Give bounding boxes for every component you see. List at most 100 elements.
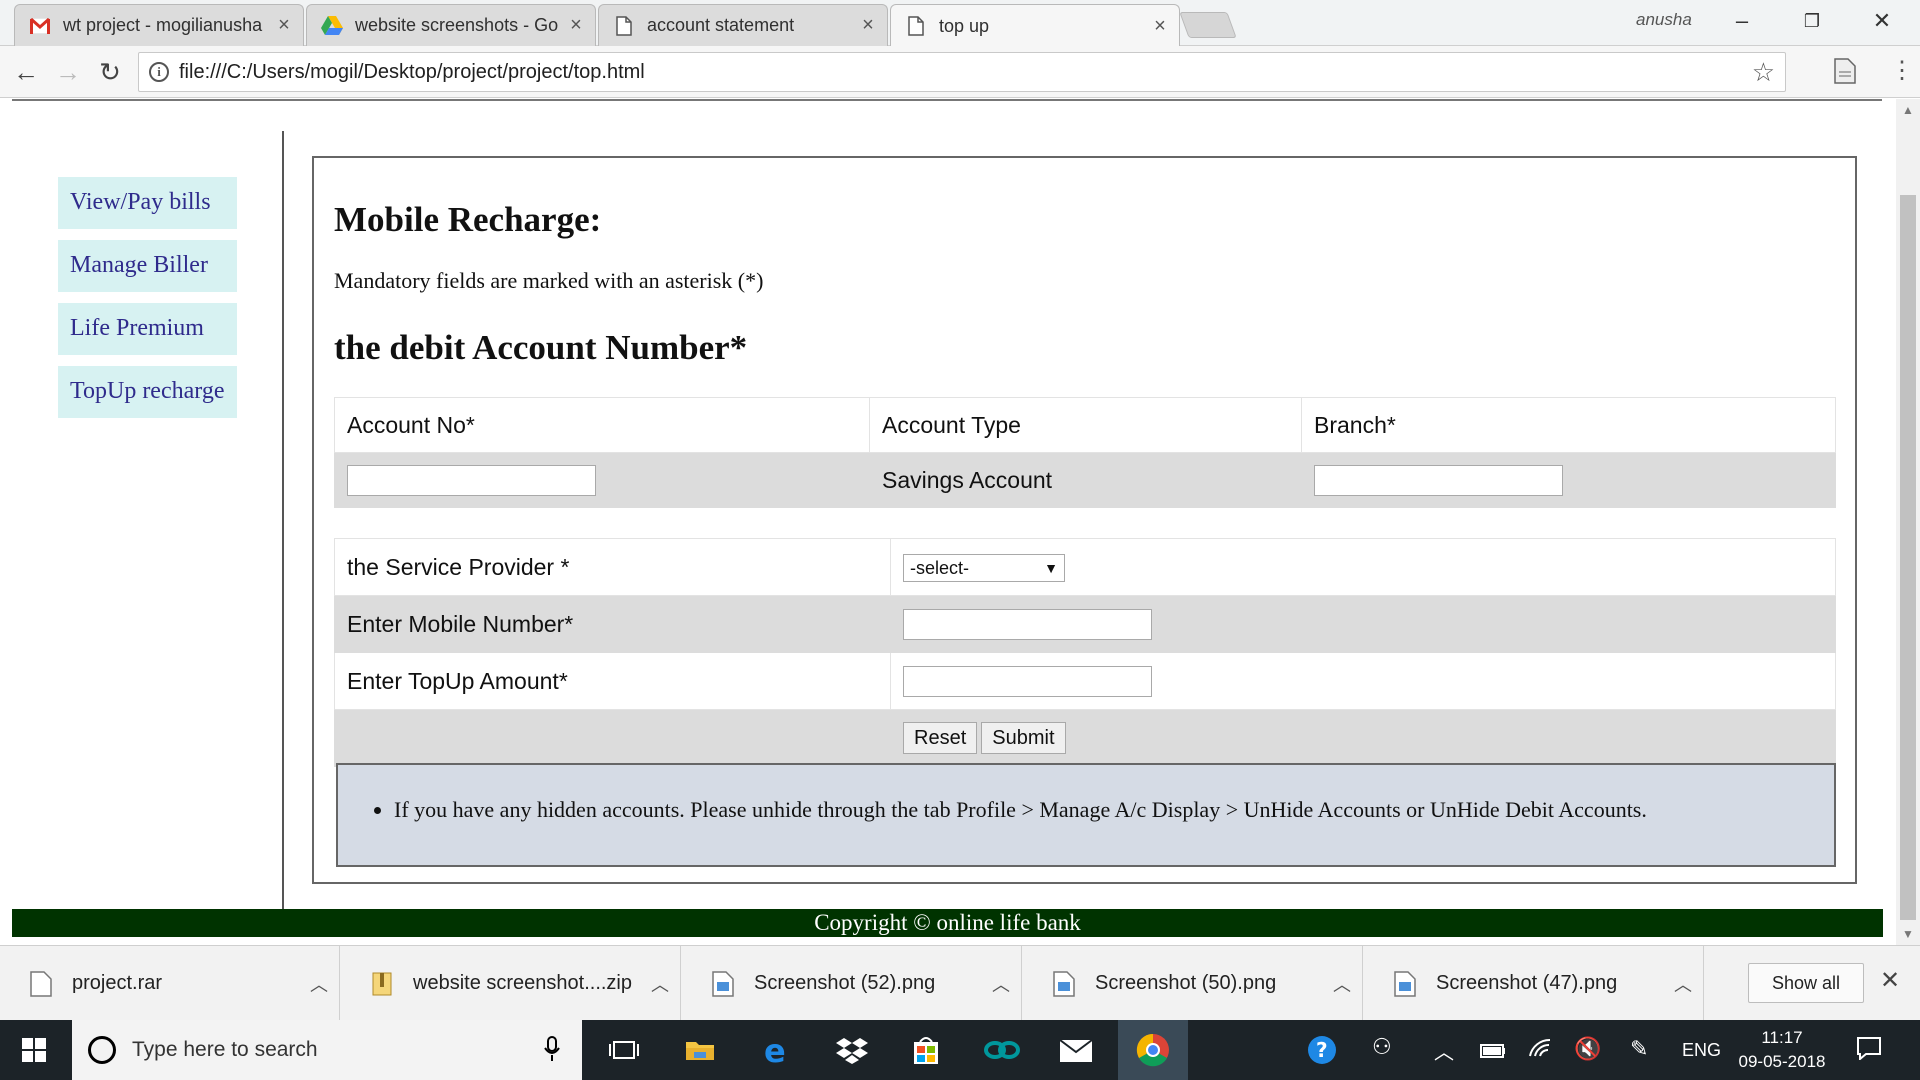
microphone-icon[interactable]: [544, 1036, 560, 1067]
file-explorer-icon[interactable]: [680, 1030, 720, 1070]
table-row: Reset Submit: [334, 709, 1836, 767]
info-icon[interactable]: i: [149, 62, 169, 82]
taskbar-search[interactable]: Type here to search: [72, 1020, 582, 1080]
debit-account-heading: the debit Account Number*: [334, 328, 748, 367]
page-icon: [613, 15, 635, 37]
language-indicator[interactable]: ENG: [1682, 1040, 1721, 1061]
show-hidden-icons-icon[interactable]: ︿: [1434, 1036, 1454, 1065]
new-tab-button[interactable]: [1179, 12, 1237, 38]
url-text[interactable]: file:///C:/Users/mogil/Desktop/project/p…: [179, 61, 645, 84]
task-view-icon[interactable]: [604, 1030, 644, 1070]
show-all-button[interactable]: Show all: [1748, 963, 1864, 1003]
sidebar-divider: [282, 131, 284, 911]
tab-drive[interactable]: website screenshots - Go ×: [306, 4, 596, 46]
mail-icon[interactable]: [1056, 1030, 1096, 1070]
notice-text: If you have any hidden accounts. Please …: [394, 797, 1647, 823]
battery-icon[interactable]: [1480, 1042, 1506, 1063]
download-item[interactable]: Screenshot (47).png ︿: [1364, 946, 1704, 1021]
people-icon[interactable]: ⚇: [1372, 1034, 1392, 1060]
volume-muted-icon[interactable]: 🔇: [1574, 1036, 1601, 1062]
hidden-accounts-notice: If you have any hidden accounts. Please …: [336, 763, 1836, 867]
service-provider-select[interactable]: -select- ▼: [903, 553, 1065, 582]
chevron-up-icon[interactable]: ︿: [1663, 971, 1703, 997]
tab-account-statement[interactable]: account statement ×: [598, 4, 888, 46]
image-file-icon: [1394, 970, 1416, 997]
tab-close-icon[interactable]: ×: [859, 14, 877, 37]
tab-close-icon[interactable]: ×: [275, 14, 293, 37]
windows-start-icon[interactable]: [22, 1038, 46, 1067]
top-divider: [12, 99, 1882, 101]
reload-icon[interactable]: ↻: [94, 56, 126, 88]
tab-close-icon[interactable]: ×: [1151, 15, 1169, 38]
download-item[interactable]: Screenshot (52).png ︿: [682, 946, 1022, 1021]
branch-input[interactable]: [1314, 465, 1563, 496]
chrome-icon[interactable]: [1118, 1020, 1188, 1080]
submit-button[interactable]: Submit: [981, 722, 1066, 754]
reset-button[interactable]: Reset: [903, 722, 978, 754]
tab-close-icon[interactable]: ×: [567, 14, 585, 37]
menu-icon[interactable]: ⋮: [1890, 56, 1914, 85]
service-provider-label: the Service Provider *: [334, 538, 891, 596]
scrollbar-thumb[interactable]: [1900, 195, 1916, 920]
help-icon[interactable]: ?: [1306, 1034, 1338, 1071]
sidebar-item-life-premium[interactable]: Life Premium: [58, 303, 237, 355]
dropbox-icon[interactable]: [832, 1030, 872, 1070]
account-no-input[interactable]: [347, 465, 596, 496]
download-item[interactable]: project.rar ︿: [0, 946, 340, 1021]
recharge-panel: Mobile Recharge: Mandatory fields are ma…: [312, 156, 1857, 884]
svg-text:?: ?: [1316, 1038, 1328, 1062]
chevron-up-icon[interactable]: ︿: [1322, 971, 1362, 997]
system-clock[interactable]: 11:17 09-05-2018: [1736, 1026, 1828, 1074]
wifi-icon[interactable]: [1528, 1036, 1552, 1065]
topup-amount-label: Enter TopUp Amount*: [334, 652, 891, 710]
close-window-icon[interactable]: ✕: [1852, 6, 1912, 36]
mandatory-note: Mandatory fields are marked with an aste…: [334, 268, 764, 293]
sidebar-item-topup-recharge[interactable]: TopUp recharge: [58, 366, 237, 418]
svg-text:e: e: [764, 1032, 786, 1070]
minimize-icon[interactable]: –: [1712, 6, 1772, 36]
gmail-icon: [29, 15, 51, 37]
download-item[interactable]: website screenshot....zip ︿: [341, 946, 681, 1021]
sidebar-item-manage-biller[interactable]: Manage Biller: [58, 240, 237, 292]
account-type-value: Savings Account: [869, 452, 1302, 508]
download-item[interactable]: Screenshot (50).png ︿: [1023, 946, 1363, 1021]
table-row: Enter TopUp Amount*: [334, 652, 1836, 710]
chevron-up-icon[interactable]: ︿: [640, 971, 680, 997]
mobile-number-input[interactable]: [903, 609, 1152, 640]
arduino-icon[interactable]: [982, 1030, 1022, 1070]
header-branch: Branch*: [1301, 397, 1836, 453]
header-account-type: Account Type: [869, 397, 1302, 453]
scroll-up-icon[interactable]: ▲: [1896, 103, 1920, 117]
browser-toolbar: ← → ↻ i file:///C:/Users/mogil/Desktop/p…: [0, 46, 1920, 98]
dropdown-arrow-icon: ▼: [1044, 559, 1058, 576]
address-bar[interactable]: i file:///C:/Users/mogil/Desktop/project…: [138, 52, 1786, 92]
notifications-icon[interactable]: [1856, 1036, 1882, 1065]
close-icon[interactable]: ✕: [1880, 966, 1900, 995]
profile-name[interactable]: anusha: [1636, 10, 1692, 30]
bookmark-star-icon[interactable]: ☆: [1752, 57, 1775, 88]
pen-icon[interactable]: ✎: [1630, 1036, 1648, 1062]
browser-tab-strip: wt project - mogilianusha × website scre…: [0, 0, 1920, 47]
page-scrollbar[interactable]: ▲ ▼: [1896, 99, 1920, 945]
forward-icon[interactable]: →: [52, 56, 84, 88]
tab-gmail[interactable]: wt project - mogilianusha ×: [14, 4, 304, 46]
back-icon[interactable]: ←: [10, 56, 42, 88]
topup-amount-input[interactable]: [903, 666, 1152, 697]
scroll-down-icon[interactable]: ▼: [1896, 927, 1920, 941]
page-icon: [905, 15, 927, 37]
service-form-table: the Service Provider * -select- ▼ Enter M…: [334, 538, 1836, 767]
table-row: Savings Account: [334, 452, 1836, 508]
restore-icon[interactable]: ❐: [1782, 6, 1842, 36]
chevron-up-icon[interactable]: ︿: [981, 971, 1021, 997]
download-shelf: project.rar ︿ website screenshot....zip …: [0, 945, 1920, 1021]
store-icon[interactable]: [906, 1030, 946, 1070]
table-row: Enter Mobile Number*: [334, 595, 1836, 653]
sidebar-item-view-pay-bills[interactable]: View/Pay bills: [58, 177, 237, 229]
edge-browser-icon[interactable]: e: [756, 1030, 796, 1070]
windows-taskbar: Type here to search e ? ⚇ ︿ 🔇 ✎ ENG 11:1…: [0, 1020, 1920, 1080]
image-file-icon: [712, 970, 734, 997]
tab-top-up[interactable]: top up ×: [890, 4, 1180, 47]
extension-page-icon[interactable]: [1834, 58, 1856, 89]
sidebar: View/Pay bills Manage Biller Life Premiu…: [58, 177, 237, 429]
chevron-up-icon[interactable]: ︿: [299, 971, 339, 997]
